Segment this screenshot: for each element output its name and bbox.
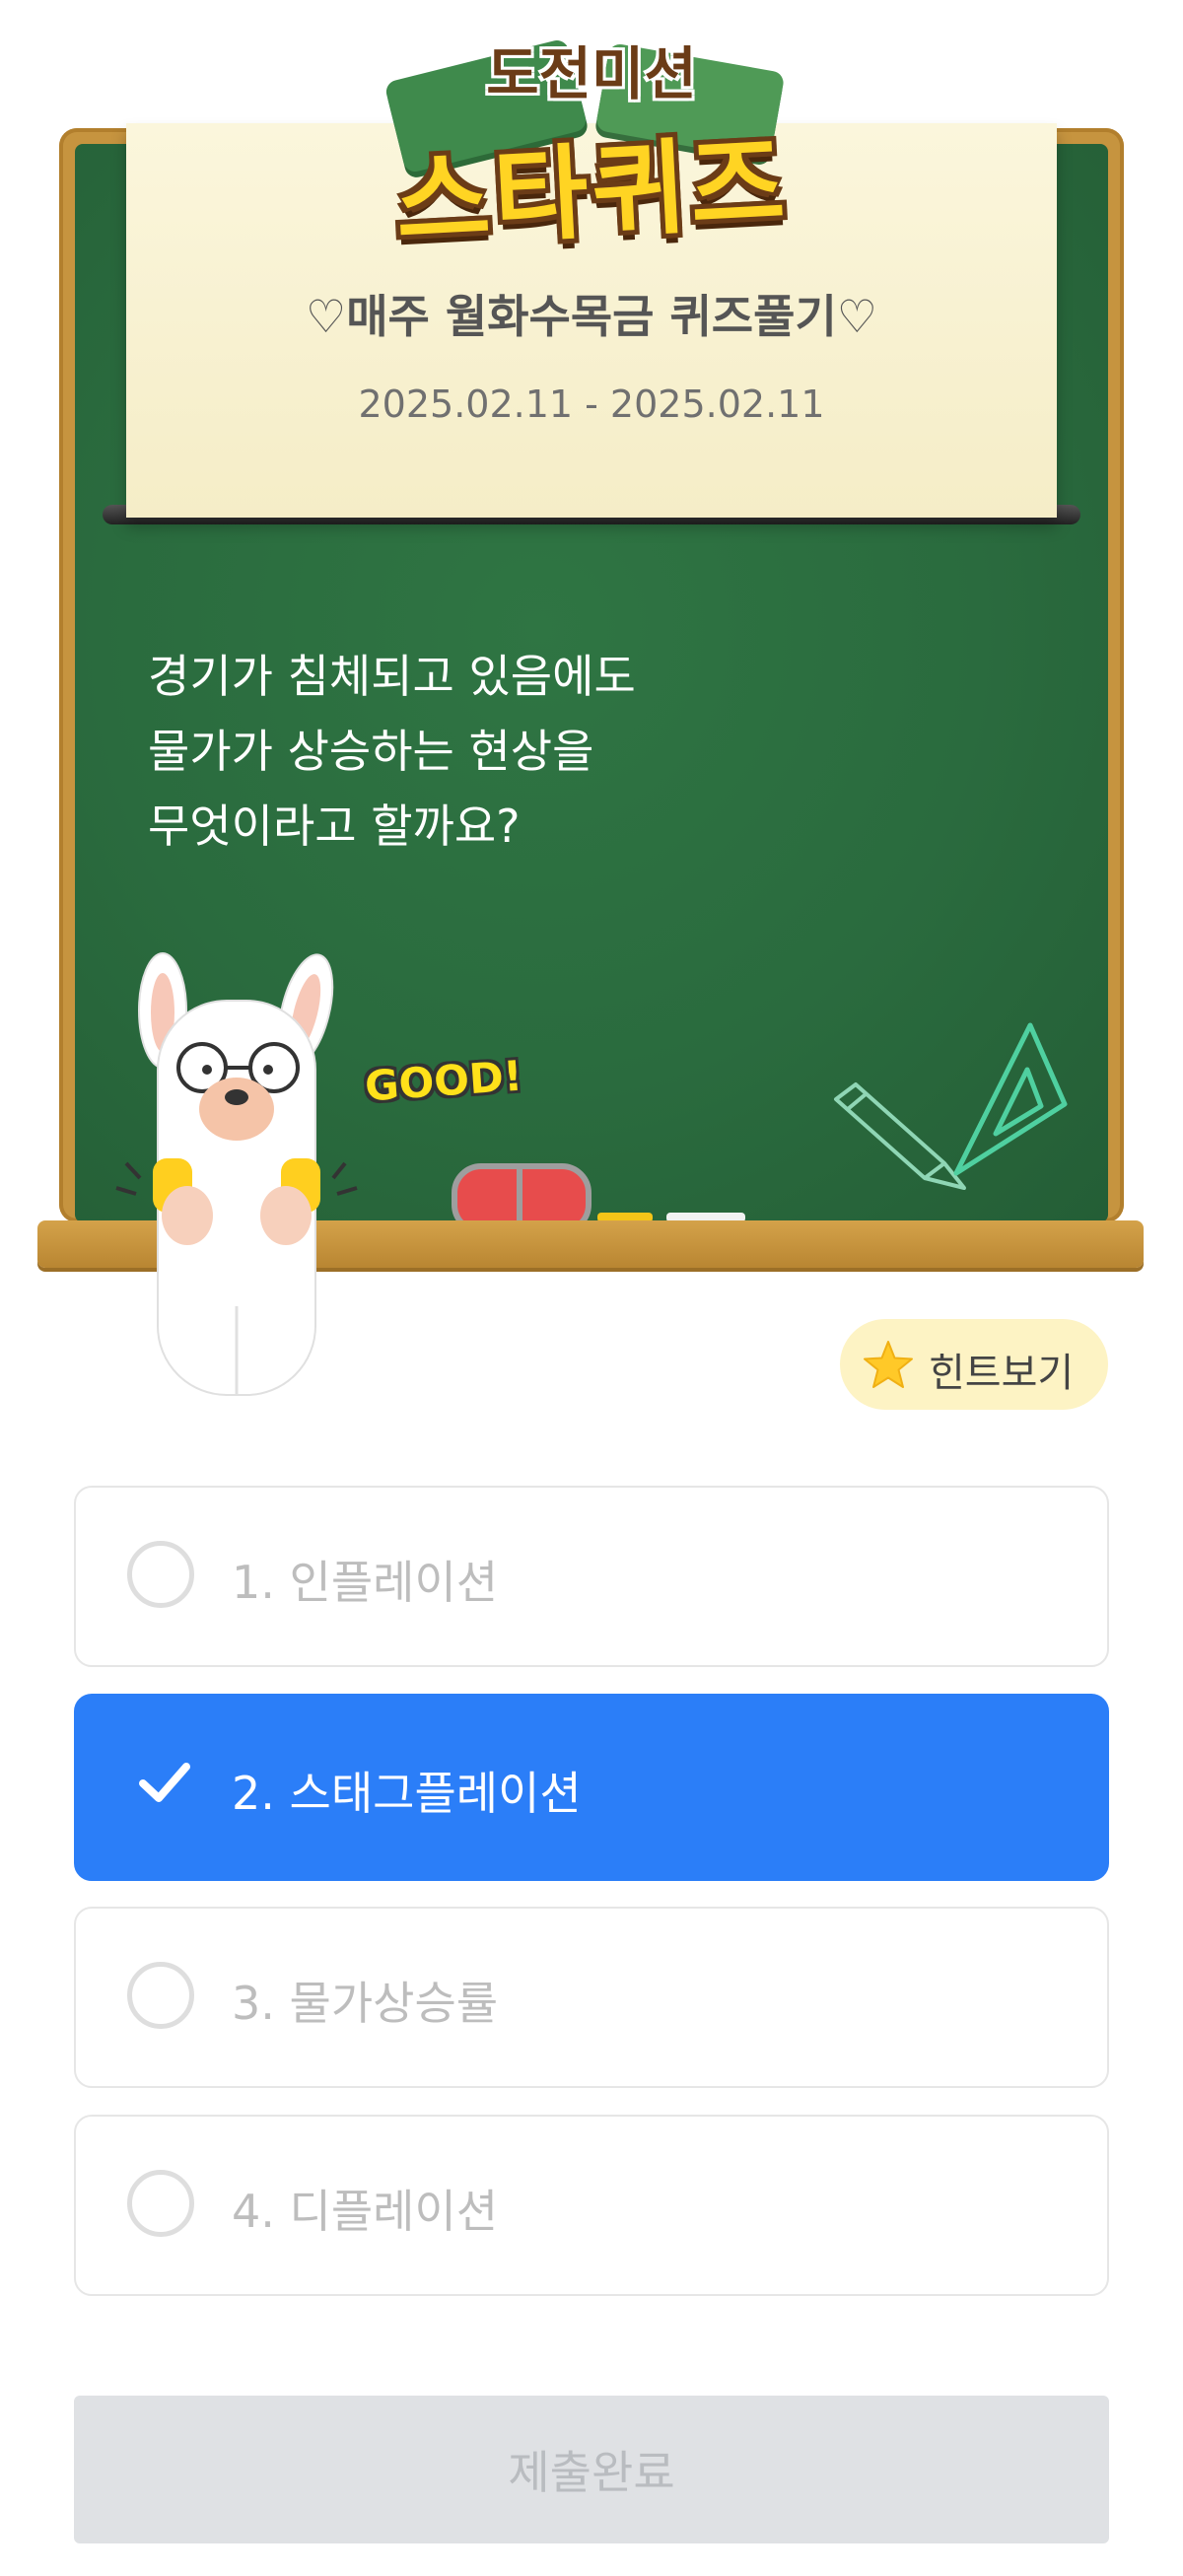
answer-option-2[interactable]: 2. 스태그플레이션 <box>74 1694 1109 1881</box>
answer-option-label: 3. 물가상승률 <box>232 1977 499 2030</box>
star-icon <box>864 1341 913 1388</box>
submit-button[interactable]: 제출완료 <box>74 2396 1109 2543</box>
check-icon <box>139 1763 190 1802</box>
question-line: 물가가 상승하는 현상을 <box>148 725 594 778</box>
llama-mascot-icon <box>115 952 358 1396</box>
triangle-ruler-doodle-icon <box>953 1022 1068 1176</box>
question-text: 경기가 침체되고 있음에도 물가가 상승하는 현상을 무엇이라고 할까요? <box>148 639 838 864</box>
quiz-title: ♡매주 월화수목금 퀴즈풀기♡ <box>305 290 878 343</box>
question-line: 경기가 침체되고 있음에도 <box>148 650 636 703</box>
radio-circle-icon <box>127 1962 194 2029</box>
answer-option-1[interactable]: 1. 인플레이션 <box>74 1486 1109 1667</box>
answer-option-label: 2. 스태그플레이션 <box>232 1767 582 1820</box>
logo-title: 스타퀴즈 <box>392 121 792 263</box>
quiz-date-range: 2025.02.11 - 2025.02.11 <box>358 383 825 426</box>
hint-button[interactable]: 힌트보기 <box>840 1319 1108 1410</box>
hint-button-label: 힌트보기 <box>929 1351 1075 1396</box>
answer-option-4[interactable]: 4. 디플레이션 <box>74 2115 1109 2296</box>
answer-option-label: 1. 인플레이션 <box>232 1556 499 1609</box>
radio-circle-icon <box>127 2170 194 2237</box>
radio-circle-icon <box>127 1541 194 1608</box>
logo-subtitle: 도전미션 <box>486 40 697 107</box>
answer-option-3[interactable]: 3. 물가상승률 <box>74 1907 1109 2088</box>
question-line: 무엇이라고 할까요? <box>148 800 521 853</box>
star-quiz-logo: 도전미션 스타퀴즈 <box>375 20 808 262</box>
quiz-page: ♡매주 월화수목금 퀴즈풀기♡ 2025.02.11 - 2025.02.11 … <box>0 0 1183 2576</box>
answer-option-label: 4. 디플레이션 <box>232 2185 499 2238</box>
